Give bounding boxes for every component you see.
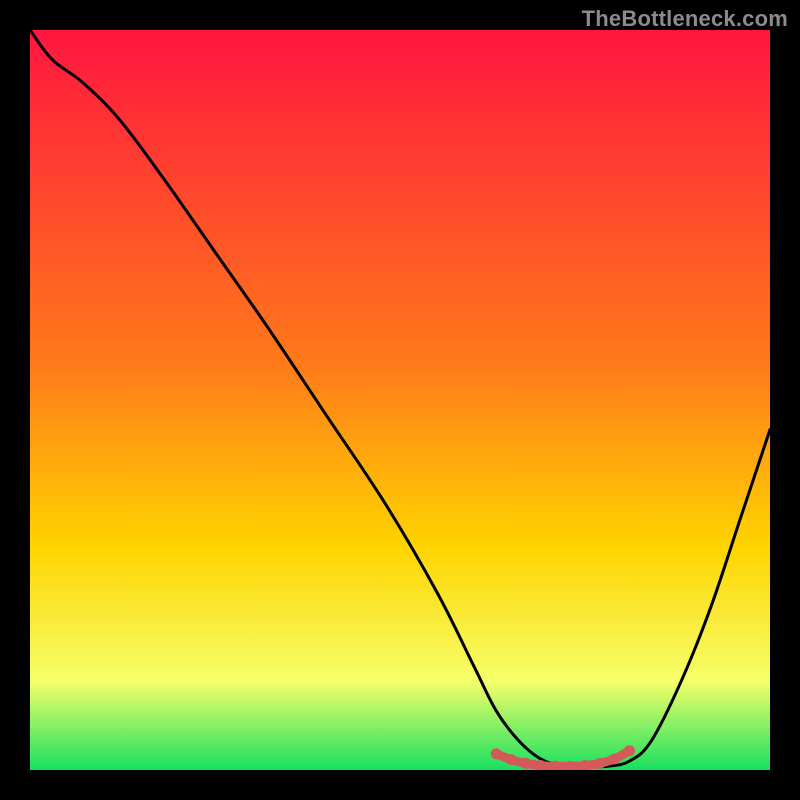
watermark-text: TheBottleneck.com xyxy=(582,6,788,32)
marker-dot xyxy=(594,758,605,769)
marker-dot xyxy=(506,754,517,765)
marker-dot xyxy=(520,758,531,769)
gradient-background xyxy=(30,30,770,770)
chart-area xyxy=(30,30,770,770)
marker-dot xyxy=(624,745,635,756)
marker-dot xyxy=(609,753,620,764)
marker-dot xyxy=(491,748,502,759)
chart-svg xyxy=(30,30,770,770)
